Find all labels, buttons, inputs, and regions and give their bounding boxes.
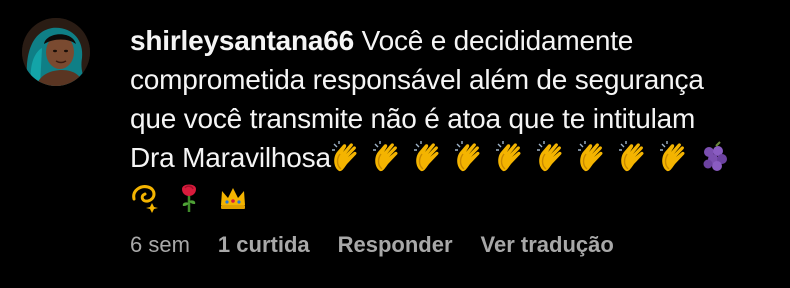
- clapping-hands-icon: [372, 141, 402, 173]
- comment-line-4: Dra Maravilhosa: [130, 142, 331, 173]
- comment-text: shirleysantana66 Você e decididamente co…: [130, 21, 770, 177]
- comment-timestamp: 6 sem: [130, 232, 190, 257]
- comment-actions: 6 sem 1 curtida Responder Ver tradução: [130, 232, 642, 258]
- clapping-hands-icon: [618, 141, 648, 173]
- inline-emoji-group: [331, 141, 741, 173]
- user-avatar[interactable]: [22, 18, 90, 86]
- username-link[interactable]: shirleysantana66: [130, 25, 354, 56]
- comment: shirleysantana66 Você e decididamente co…: [0, 0, 790, 288]
- clapping-hands-icon: [454, 141, 484, 173]
- reply-button[interactable]: Responder: [338, 232, 453, 258]
- translate-button[interactable]: Ver tradução: [481, 232, 614, 258]
- grapes-icon: [700, 141, 730, 173]
- comment-line-2: comprometida responsável além de seguran…: [130, 64, 704, 95]
- comment-body: shirleysantana66 Você e decididamente co…: [130, 21, 770, 217]
- clapping-hands-icon: [659, 141, 689, 173]
- likes-count-button[interactable]: 1 curtida: [218, 232, 310, 258]
- clapping-hands-icon: [536, 141, 566, 173]
- clapping-hands-icon: [413, 141, 443, 173]
- clapping-hands-icon: [331, 141, 361, 173]
- clapping-hands-icon: [495, 141, 525, 173]
- comment-line-3: que você transmite não é atoa que te int…: [130, 103, 696, 134]
- emoji-row: [130, 177, 770, 217]
- rose-icon: [174, 181, 204, 213]
- dizzy-icon: [130, 181, 160, 213]
- comment-line-1: Você e decididamente: [361, 25, 634, 56]
- crown-icon: [218, 181, 248, 213]
- clapping-hands-icon: [577, 141, 607, 173]
